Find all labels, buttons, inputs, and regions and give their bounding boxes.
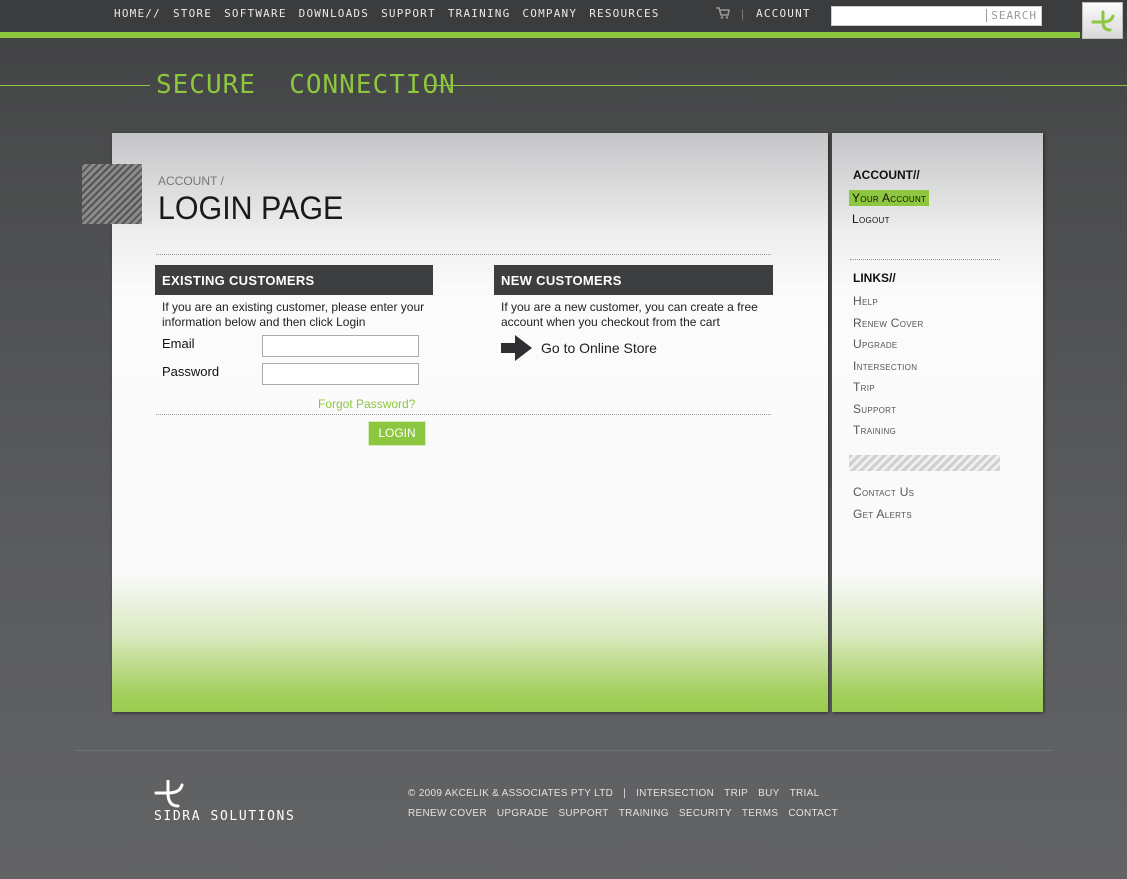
nav-company[interactable]: COMPANY bbox=[522, 7, 577, 20]
existing-customers-text: If you are an existing customer, please … bbox=[162, 300, 425, 329]
sidebar-item-trip[interactable]: Trip bbox=[853, 380, 875, 394]
login-button[interactable]: LOGIN bbox=[368, 421, 426, 446]
nav-store[interactable]: STORE bbox=[173, 7, 212, 20]
password-label: Password bbox=[162, 364, 220, 379]
sidebar-item-help[interactable]: Help bbox=[853, 294, 878, 308]
sidebar-account-heading: ACCOUNT// bbox=[853, 168, 920, 182]
nav-software[interactable]: SOFTWARE bbox=[224, 7, 287, 20]
footer-brand[interactable]: SIDRA SOLUTIONS bbox=[154, 809, 295, 824]
footer-links-row-1: © 2009 AKCELIK & ASSOCIATES PTY LTD | IN… bbox=[408, 788, 829, 799]
sidebar-item-intersection[interactable]: Intersection bbox=[853, 359, 917, 373]
sidebar-divider bbox=[850, 259, 1000, 260]
footer-divider bbox=[75, 750, 1053, 751]
footer-link-terms[interactable]: TERMS bbox=[742, 808, 779, 819]
existing-customers-heading: EXISTING CUSTOMERS bbox=[155, 265, 433, 295]
header-rule-left bbox=[0, 85, 150, 86]
footer-separator: | bbox=[623, 788, 627, 799]
nav-separator: | bbox=[741, 7, 745, 21]
footer-link-trip[interactable]: TRIP bbox=[724, 788, 748, 799]
breadcrumb[interactable]: ACCOUNT / bbox=[158, 174, 224, 188]
sidebar-hatch-divider bbox=[849, 455, 1000, 471]
sidebar-item-training[interactable]: Training bbox=[853, 423, 896, 437]
footer-link-upgrade[interactable]: UPGRADE bbox=[497, 808, 549, 819]
email-field[interactable] bbox=[262, 335, 419, 357]
sidra-cross-icon bbox=[1091, 10, 1115, 32]
sidebar-item-get-alerts[interactable]: Get Alerts bbox=[853, 507, 912, 521]
new-customers-heading: NEW CUSTOMERS bbox=[494, 265, 773, 295]
footer-links-row-2: RENEW COVER UPGRADE SUPPORT TRAINING SEC… bbox=[408, 808, 848, 819]
footer-link-contact[interactable]: CONTACT bbox=[788, 808, 838, 819]
main-nav: HOME// STORE SOFTWARE DOWNLOADS SUPPORT … bbox=[114, 7, 660, 20]
search-button[interactable]: SEARCH bbox=[986, 9, 1037, 22]
nav-home[interactable]: HOME// bbox=[114, 7, 161, 20]
nav-resources[interactable]: RESOURCES bbox=[589, 7, 659, 20]
sidebar-links-heading: LINKS// bbox=[853, 271, 896, 285]
sidra-logo-icon[interactable] bbox=[154, 780, 186, 810]
sidebar-item-logout[interactable]: Logout bbox=[852, 212, 890, 226]
nav-downloads[interactable]: DOWNLOADS bbox=[299, 7, 369, 20]
cart-icon[interactable] bbox=[716, 7, 730, 19]
footer-link-support[interactable]: SUPPORT bbox=[558, 808, 608, 819]
email-label: Email bbox=[162, 336, 195, 351]
nav-support[interactable]: SUPPORT bbox=[381, 7, 436, 20]
nav-training[interactable]: TRAINING bbox=[448, 7, 511, 20]
nav-account[interactable]: ACCOUNT bbox=[756, 7, 811, 20]
sidebar-item-upgrade[interactable]: Upgrade bbox=[853, 337, 898, 351]
footer-link-training[interactable]: TRAINING bbox=[619, 808, 669, 819]
sidebar-item-your-account[interactable]: Your Account bbox=[849, 190, 930, 206]
footer-link-intersection[interactable]: INTERSECTION bbox=[636, 788, 714, 799]
secure-connection-title: SECURE CONNECTION bbox=[156, 70, 456, 100]
logo-button[interactable] bbox=[1082, 2, 1123, 39]
divider bbox=[156, 254, 771, 255]
search-input[interactable] bbox=[834, 9, 984, 23]
footer-link-buy[interactable]: BUY bbox=[758, 788, 779, 799]
footer-copyright: © 2009 AKCELIK & ASSOCIATES PTY LTD bbox=[408, 788, 614, 799]
footer-link-trial[interactable]: TRIAL bbox=[790, 788, 820, 799]
forgot-password-link[interactable]: Forgot Password? bbox=[318, 397, 415, 411]
header-rule-right bbox=[427, 85, 1127, 86]
hatched-decoration bbox=[82, 164, 142, 224]
divider bbox=[156, 414, 771, 415]
online-store-link[interactable]: Go to Online Store bbox=[541, 340, 657, 356]
sidebar-item-contact-us[interactable]: Contact Us bbox=[853, 485, 914, 499]
sidebar-item-support[interactable]: Support bbox=[853, 402, 896, 416]
arrow-right-icon[interactable] bbox=[500, 334, 533, 362]
accent-stripe bbox=[0, 32, 1080, 38]
footer-link-security[interactable]: SECURITY bbox=[679, 808, 732, 819]
password-field[interactable] bbox=[262, 363, 419, 385]
page-title: LOGIN PAGE bbox=[158, 190, 344, 226]
footer-link-renew-cover[interactable]: RENEW COVER bbox=[408, 808, 487, 819]
search-box: SEARCH bbox=[831, 6, 1042, 26]
sidebar-item-renew-cover[interactable]: Renew Cover bbox=[853, 316, 924, 330]
new-customers-text: If you are a new customer, you can creat… bbox=[501, 300, 758, 329]
